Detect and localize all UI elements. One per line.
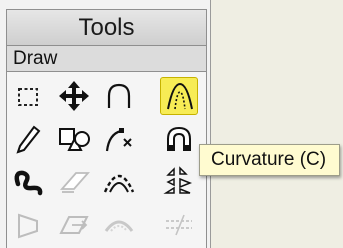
pencil-tool[interactable] [10,120,48,158]
freehand-curve-tool[interactable] [10,162,48,200]
bezier-tool[interactable] [100,120,138,158]
pencil-icon [16,125,41,154]
dashed-line-icon [166,214,192,236]
skew-icon [59,216,89,234]
move-icon [59,81,89,111]
dashed-line-tool[interactable] [160,205,198,243]
select-rect-icon [18,88,38,106]
shape-outline-icon [18,213,38,239]
magnet-icon [167,126,191,151]
shapes-tool[interactable] [55,120,93,158]
tools-panel: Tools Draw [0,0,211,248]
dashed-arc-tool[interactable] [100,162,138,200]
triangles-tool[interactable] [160,162,198,200]
eraser-icon [60,172,90,193]
curvature-tool[interactable] [160,77,198,115]
dashed-arc-icon [103,174,135,193]
triangles-icon [163,166,193,194]
arc-dotted-tool[interactable] [100,205,138,243]
select-rect-tool[interactable] [10,77,48,115]
skew-tool[interactable] [55,205,93,243]
section-header-draw[interactable]: Draw [6,45,207,72]
shape-outline-tool[interactable] [10,205,48,243]
eraser-tool[interactable] [55,162,93,200]
arc-tool[interactable] [100,77,138,115]
arc-icon [107,83,131,108]
magnet-tool[interactable] [160,120,198,158]
panel-title: Tools [6,9,207,45]
move-tool[interactable] [55,77,93,115]
tool-grid [6,72,207,248]
curvature-icon [167,82,193,110]
tooltip-curvature: Curvature (C) [199,144,340,176]
arc-dotted-icon [104,220,134,232]
shapes-icon [59,128,90,151]
bezier-icon [105,128,132,152]
freehand-curve-icon [14,170,43,196]
